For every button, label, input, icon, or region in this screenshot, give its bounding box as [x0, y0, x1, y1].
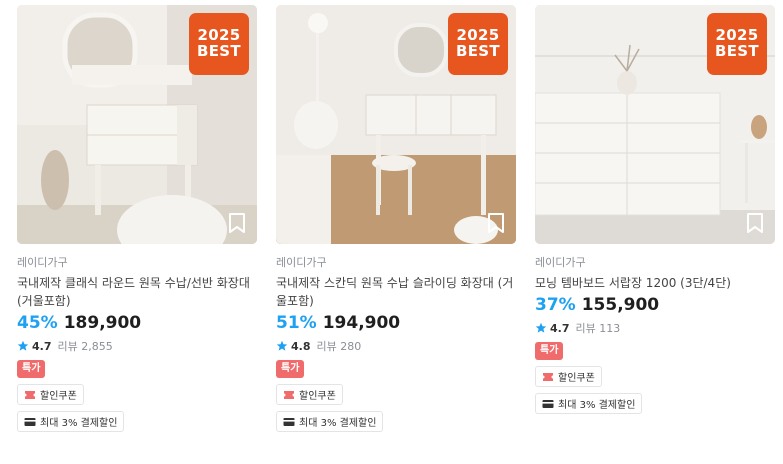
review-count: 리뷰 2,855: [57, 340, 113, 353]
sale-badge: 특가: [17, 360, 46, 378]
coupon-chip: 할인쿠폰: [17, 384, 84, 405]
coupon-chip-label: 할인쿠폰: [299, 391, 336, 402]
coupon-icon: [284, 390, 294, 399]
badge-list: 특가 할인쿠폰 최대 3% 결제할인: [535, 336, 775, 414]
coupon-chip-label: 할인쿠폰: [558, 373, 595, 384]
payment-chip-label: 최대 3% 결제할인: [558, 400, 636, 411]
rating-score: 4.8: [291, 339, 311, 353]
price-row: 37% 155,900: [535, 295, 775, 317]
coupon-chip: 할인쿠폰: [276, 384, 343, 405]
badge-list: 특가 할인쿠폰 최대 3% 결제할인: [276, 354, 516, 432]
product-image[interactable]: 2025 BEST: [535, 5, 775, 244]
product-grid: 2025 BEST 레이디가구 국내제작 클래식 라운드 원목 수납/선반 화장…: [0, 0, 783, 464]
product-card[interactable]: 2025 BEST 레이디가구 국내제작 스칸딕 원목 수납 슬라이딩 화장대 …: [276, 5, 516, 432]
price-row: 51% 194,900: [276, 313, 516, 335]
rating-row: 4.8 리뷰 280: [276, 338, 516, 354]
best-badge: 2025 BEST: [707, 13, 767, 75]
product-title[interactable]: 국내제작 스칸딕 원목 수납 슬라이딩 화장대 (거울포함): [276, 274, 516, 310]
best-badge-label: BEST: [715, 42, 759, 60]
best-badge-label: BEST: [197, 42, 241, 60]
card-icon: [24, 417, 36, 426]
brand-name[interactable]: 레이디가구: [276, 256, 516, 270]
star-icon: [276, 340, 288, 351]
rating-row: 4.7 리뷰 2,855: [17, 338, 257, 354]
rating-row: 4.7 리뷰 113: [535, 320, 775, 336]
coupon-chip-label: 할인쿠폰: [40, 391, 77, 402]
brand-name[interactable]: 레이디가구: [17, 256, 257, 270]
star-icon: [17, 340, 29, 351]
badge-list: 특가 할인쿠폰 최대 3% 결제할인: [17, 354, 257, 432]
discount-rate: 37%: [535, 295, 576, 315]
product-card[interactable]: 2025 BEST 레이디가구 국내제작 클래식 라운드 원목 수납/선반 화장…: [17, 5, 257, 432]
sale-price: 189,900: [63, 313, 142, 333]
payment-chip: 최대 3% 결제할인: [535, 393, 643, 414]
best-badge-label: BEST: [456, 42, 500, 60]
sale-price: 194,900: [322, 313, 401, 333]
discount-rate: 51%: [276, 313, 317, 333]
review-count: 리뷰 280: [316, 340, 362, 353]
product-title[interactable]: 모닝 템바보드 서랍장 1200 (3단/4단): [535, 274, 775, 292]
coupon-icon: [25, 390, 35, 399]
product-image[interactable]: 2025 BEST: [276, 5, 516, 244]
bookmark-icon[interactable]: [745, 212, 765, 234]
payment-chip: 최대 3% 결제할인: [17, 411, 125, 432]
payment-chip-label: 최대 3% 결제할인: [299, 418, 377, 429]
coupon-chip: 할인쿠폰: [535, 366, 602, 387]
product-image[interactable]: 2025 BEST: [17, 5, 257, 244]
best-badge: 2025 BEST: [189, 13, 249, 75]
bookmark-icon[interactable]: [486, 212, 506, 234]
payment-chip: 최대 3% 결제할인: [276, 411, 384, 432]
rating-score: 4.7: [550, 321, 570, 335]
brand-name[interactable]: 레이디가구: [535, 256, 775, 270]
payment-chip-label: 최대 3% 결제할인: [40, 418, 118, 429]
product-title[interactable]: 국내제작 클래식 라운드 원목 수납/선반 화장대 (거울포함): [17, 274, 257, 310]
sale-badge: 특가: [276, 360, 305, 378]
bookmark-icon[interactable]: [227, 212, 247, 234]
best-badge: 2025 BEST: [448, 13, 508, 75]
sale-badge: 특가: [535, 342, 564, 360]
rating-score: 4.7: [32, 339, 52, 353]
sale-price: 155,900: [581, 295, 660, 315]
product-card[interactable]: 2025 BEST 레이디가구 모닝 템바보드 서랍장 1200 (3단/4단)…: [535, 5, 775, 414]
card-icon: [542, 399, 554, 408]
star-icon: [535, 322, 547, 333]
coupon-icon: [543, 372, 553, 381]
discount-rate: 45%: [17, 313, 58, 333]
review-count: 리뷰 113: [575, 322, 621, 335]
price-row: 45% 189,900: [17, 313, 257, 335]
card-icon: [283, 417, 295, 426]
